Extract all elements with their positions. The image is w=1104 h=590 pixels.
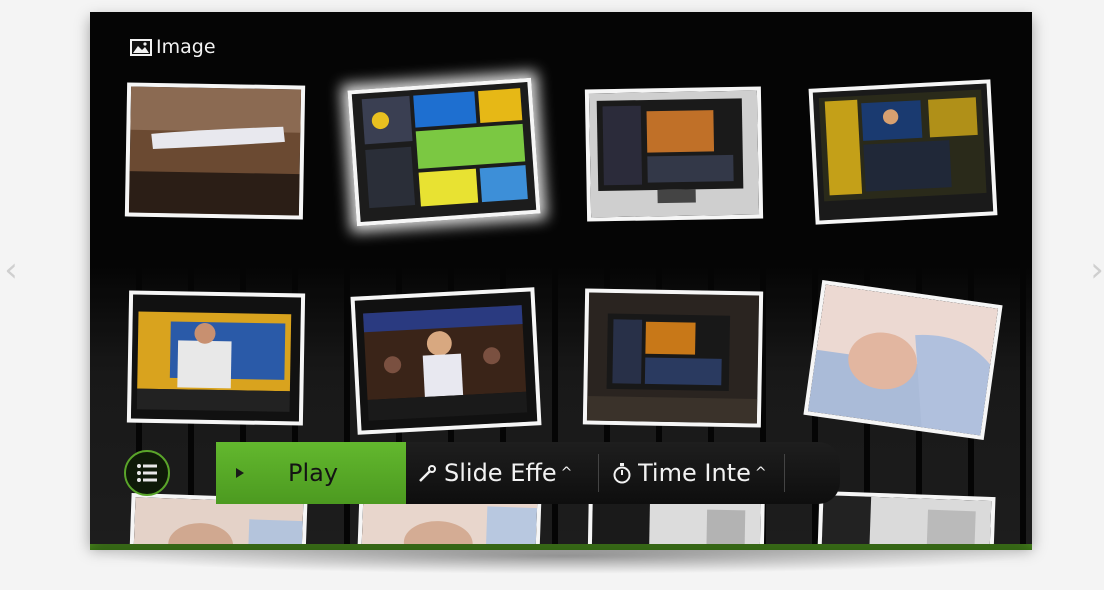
- photo-thumbnail-monitor-3[interactable]: [582, 288, 764, 428]
- image-icon: [130, 38, 152, 56]
- slideshow-toolbar: Play Slide Effe ^ Time Inte ^: [124, 442, 840, 504]
- slide-effect-label: Slide Effe: [444, 459, 557, 487]
- chevron-up-icon: ^: [754, 465, 767, 481]
- photo-thumbnail-monitor-1[interactable]: [584, 86, 764, 222]
- stopwatch-icon: [613, 463, 631, 484]
- next-arrow-icon[interactable]: ›: [1088, 250, 1104, 290]
- photo-thumbnail-partial-4[interactable]: [816, 490, 996, 544]
- play-button[interactable]: Play: [216, 442, 406, 504]
- slide-effect-dropdown[interactable]: Slide Effe ^: [416, 442, 592, 504]
- toolbar-divider: [598, 454, 599, 492]
- photo-thumbnail-baby[interactable]: [803, 279, 1003, 441]
- photo-thumbnail-monitor-2[interactable]: [808, 79, 998, 225]
- play-label: Play: [288, 459, 339, 487]
- photo-thumbnail-cable[interactable]: [124, 82, 306, 220]
- time-interval-dropdown[interactable]: Time Inte ^: [610, 442, 778, 504]
- page-header: Image: [130, 36, 216, 58]
- photo-thumbnail-tv-host[interactable]: [126, 290, 306, 426]
- photo-thumbnail-tv-singer[interactable]: [350, 287, 542, 435]
- play-icon: [236, 468, 244, 478]
- toolbar-divider: [784, 454, 785, 492]
- page-title: Image: [156, 36, 216, 58]
- photo-thumbnail-tv-menu[interactable]: [347, 77, 541, 227]
- menu-button[interactable]: [124, 450, 170, 496]
- magic-wand-icon: [419, 465, 436, 482]
- time-interval-label: Time Inte: [638, 459, 751, 487]
- previous-arrow-icon[interactable]: ‹: [2, 250, 20, 290]
- chevron-up-icon: ^: [560, 465, 573, 481]
- tv-screen: Image Play Slide Effe ^ Time Inte ^: [90, 12, 1032, 544]
- list-icon: [137, 464, 157, 482]
